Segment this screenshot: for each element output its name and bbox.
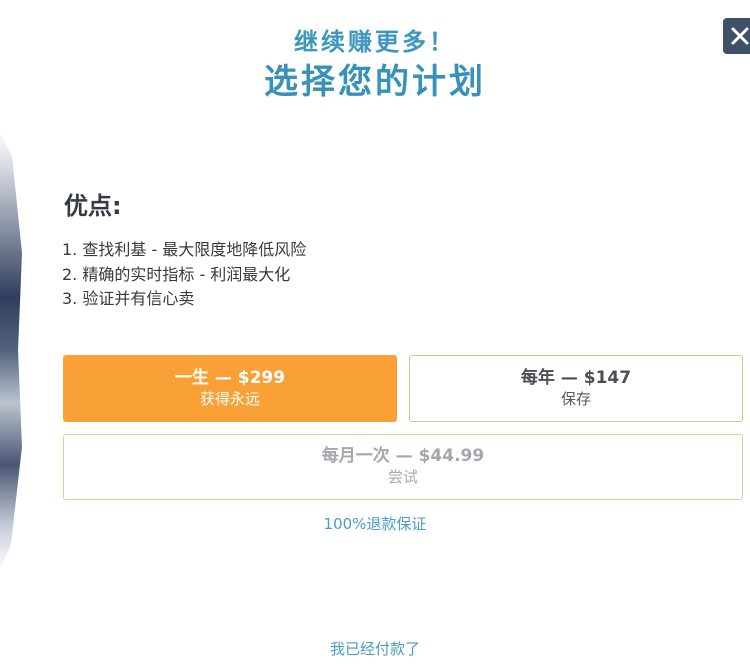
plan-yearly-button[interactable]: 每年 — $147 保存 <box>409 355 743 422</box>
plan-lifetime-name: 一生 — $299 <box>174 368 286 388</box>
plan-yearly-subtitle: 保存 <box>560 390 591 408</box>
plan-lifetime-button[interactable]: 一生 — $299 获得永远 <box>63 355 397 422</box>
benefits-list: 1. 查找利基 - 最大限度地降低风险 2. 精确的实时指标 - 利润最大化 3… <box>62 238 306 312</box>
benefits-heading: 优点: <box>64 192 122 220</box>
money-back-guarantee: 100%退款保证 <box>323 515 427 533</box>
plan-monthly-button[interactable]: 每月一次 — $44.99 尝试 <box>63 434 743 500</box>
plan-lifetime-subtitle: 获得永远 <box>199 390 260 408</box>
benefit-item: 3. 验证并有信心卖 <box>62 289 195 308</box>
benefit-item: 1. 查找利基 - 最大限度地降低风险 <box>62 240 307 259</box>
benefit-item: 2. 精确的实时指标 - 利润最大化 <box>62 264 291 284</box>
background-photo-edge <box>0 130 22 570</box>
headline: 继续赚更多！ <box>294 28 456 56</box>
plan-monthly-subtitle: 尝试 <box>387 468 418 486</box>
plan-yearly-name: 每年 — $147 <box>520 368 632 388</box>
page-title: 选择您的计划 <box>264 62 486 102</box>
already-paid-link[interactable]: 我已经付款了 <box>0 638 750 659</box>
plan-monthly-name: 每月一次 — $44.99 <box>321 446 485 466</box>
